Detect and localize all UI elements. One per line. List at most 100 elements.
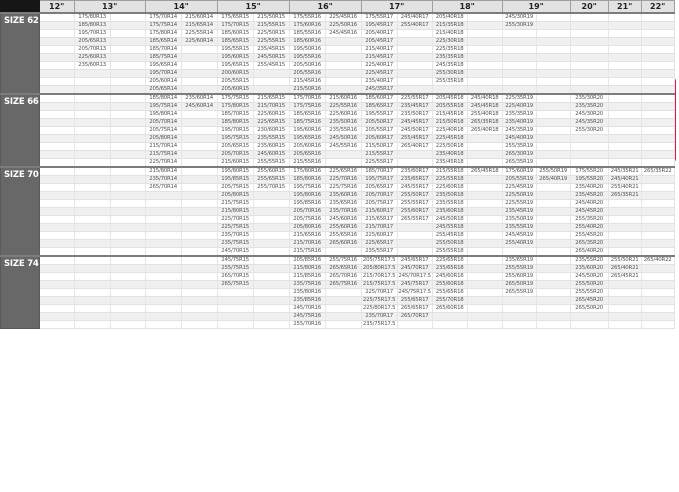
tire-size-cell: 265/65R17: [397, 304, 432, 312]
tire-size-cell: 215/45R17: [361, 53, 397, 61]
tire-size-cell: 185/75R16: [289, 118, 325, 126]
empty-cell: [145, 272, 181, 280]
empty-cell: [641, 280, 674, 288]
tire-size-cell: 255/60R18: [432, 280, 467, 288]
empty-cell: [110, 85, 145, 94]
empty-cell: [325, 61, 361, 69]
empty-cell: [110, 126, 145, 134]
empty-cell: [110, 312, 145, 320]
tire-size-cell: 235/45R20: [570, 191, 608, 199]
tire-size-cell: 265/45R20: [570, 296, 608, 304]
tire-size-cell: 255/55R15: [253, 158, 289, 167]
tire-size-cell: 195/50R16: [289, 45, 325, 53]
empty-cell: [39, 199, 74, 207]
empty-cell: [536, 37, 570, 45]
tire-size-cell: 225/55R17: [361, 158, 397, 167]
empty-cell: [641, 77, 674, 85]
tire-size-cell: 255/60R15: [253, 167, 289, 176]
empty-cell: [181, 134, 217, 142]
tire-size-cell: 215/50R18: [432, 118, 467, 126]
empty-cell: [536, 247, 570, 256]
empty-cell: [608, 207, 641, 215]
tire-size-cell: 235/40R20: [570, 183, 608, 191]
empty-cell: [110, 29, 145, 37]
empty-cell: [608, 77, 641, 85]
tire-size-cell: 235/60R16: [325, 191, 361, 199]
empty-cell: [641, 118, 674, 126]
empty-cell: [467, 69, 502, 77]
tire-size-cell: 255/70R15: [253, 183, 289, 191]
empty-cell: [39, 29, 74, 37]
tire-size-cell: 245/35R18: [432, 61, 467, 69]
tire-size-cell: 245/50R18: [432, 215, 467, 223]
tire-size-cell: 255/55R17: [397, 199, 432, 207]
tire-size-cell: 205/70R13: [74, 45, 110, 53]
tire-size-cell: 225/55R17: [397, 94, 432, 103]
tire-size-cell: 215/40R18: [432, 29, 467, 37]
tire-size-cell: 265/70R15: [217, 272, 253, 280]
tire-size-cell: 205/75R17: [361, 199, 397, 207]
tire-size-cell: 265/40R21: [608, 264, 641, 272]
empty-cell: [536, 110, 570, 118]
empty-cell: [181, 118, 217, 126]
empty-cell: [325, 150, 361, 158]
empty-cell: [181, 150, 217, 158]
empty-cell: [181, 247, 217, 256]
tire-size-cell: 245/30R20: [570, 110, 608, 118]
tire-size-cell: 185/80R14: [145, 94, 181, 103]
empty-cell: [253, 199, 289, 207]
empty-cell: [110, 247, 145, 256]
tire-size-cell: 235/40R18: [432, 150, 467, 158]
empty-cell: [641, 175, 674, 183]
tire-size-cell: 255/50R21: [608, 256, 641, 265]
empty-cell: [641, 231, 674, 239]
tire-size-cell: 225/75R17.5: [361, 296, 397, 304]
empty-cell: [467, 142, 502, 150]
empty-cell: [397, 77, 432, 85]
empty-cell: [608, 85, 641, 94]
tire-size-cell: 215/75R16: [289, 247, 325, 256]
empty-cell: [467, 85, 502, 94]
empty-cell: [570, 77, 608, 85]
tire-size-cell: 195/65R16: [289, 134, 325, 142]
empty-cell: [110, 272, 145, 280]
tire-size-cell: 255/30R20: [570, 126, 608, 134]
empty-cell: [397, 69, 432, 77]
tire-size-cell: 235/40R19: [502, 118, 536, 126]
empty-cell: [570, 61, 608, 69]
tire-size-cell: 205/40R17: [361, 29, 397, 37]
tire-size-cell: 255/40R20: [570, 223, 608, 231]
tire-size-cell: 255/70R18: [432, 296, 467, 304]
tire-size-cell: 245/45R16: [325, 29, 361, 37]
empty-cell: [467, 150, 502, 158]
empty-cell: [110, 183, 145, 191]
empty-cell: [145, 231, 181, 239]
empty-cell: [608, 37, 641, 45]
tire-size-cell: 205/50R16: [289, 61, 325, 69]
tire-size-cell: 205/65R14: [145, 85, 181, 94]
empty-cell: [110, 102, 145, 110]
tire-size-cell: 235/75R16: [289, 280, 325, 288]
empty-cell: [536, 85, 570, 94]
empty-cell: [641, 142, 674, 150]
empty-cell: [536, 264, 570, 272]
empty-cell: [608, 223, 641, 231]
empty-cell: [467, 134, 502, 142]
tire-size-cell: 255/30R18: [432, 69, 467, 77]
empty-cell: [641, 239, 674, 247]
empty-cell: [145, 256, 181, 265]
empty-cell: [608, 288, 641, 296]
tire-size-cell: 215/65R16: [289, 231, 325, 239]
tire-size-cell: 215/55R18: [432, 167, 467, 176]
empty-cell: [39, 21, 74, 29]
tire-size-cell: 255/65R16: [325, 231, 361, 239]
empty-cell: [397, 320, 432, 328]
empty-cell: [536, 231, 570, 239]
empty-cell: [467, 256, 502, 265]
empty-cell: [181, 264, 217, 272]
empty-cell: [397, 158, 432, 167]
empty-cell: [536, 69, 570, 77]
tire-size-cell: 265/35R22: [641, 167, 674, 176]
empty-cell: [536, 102, 570, 110]
tire-size-cell: 245/75R17.5: [397, 288, 432, 296]
